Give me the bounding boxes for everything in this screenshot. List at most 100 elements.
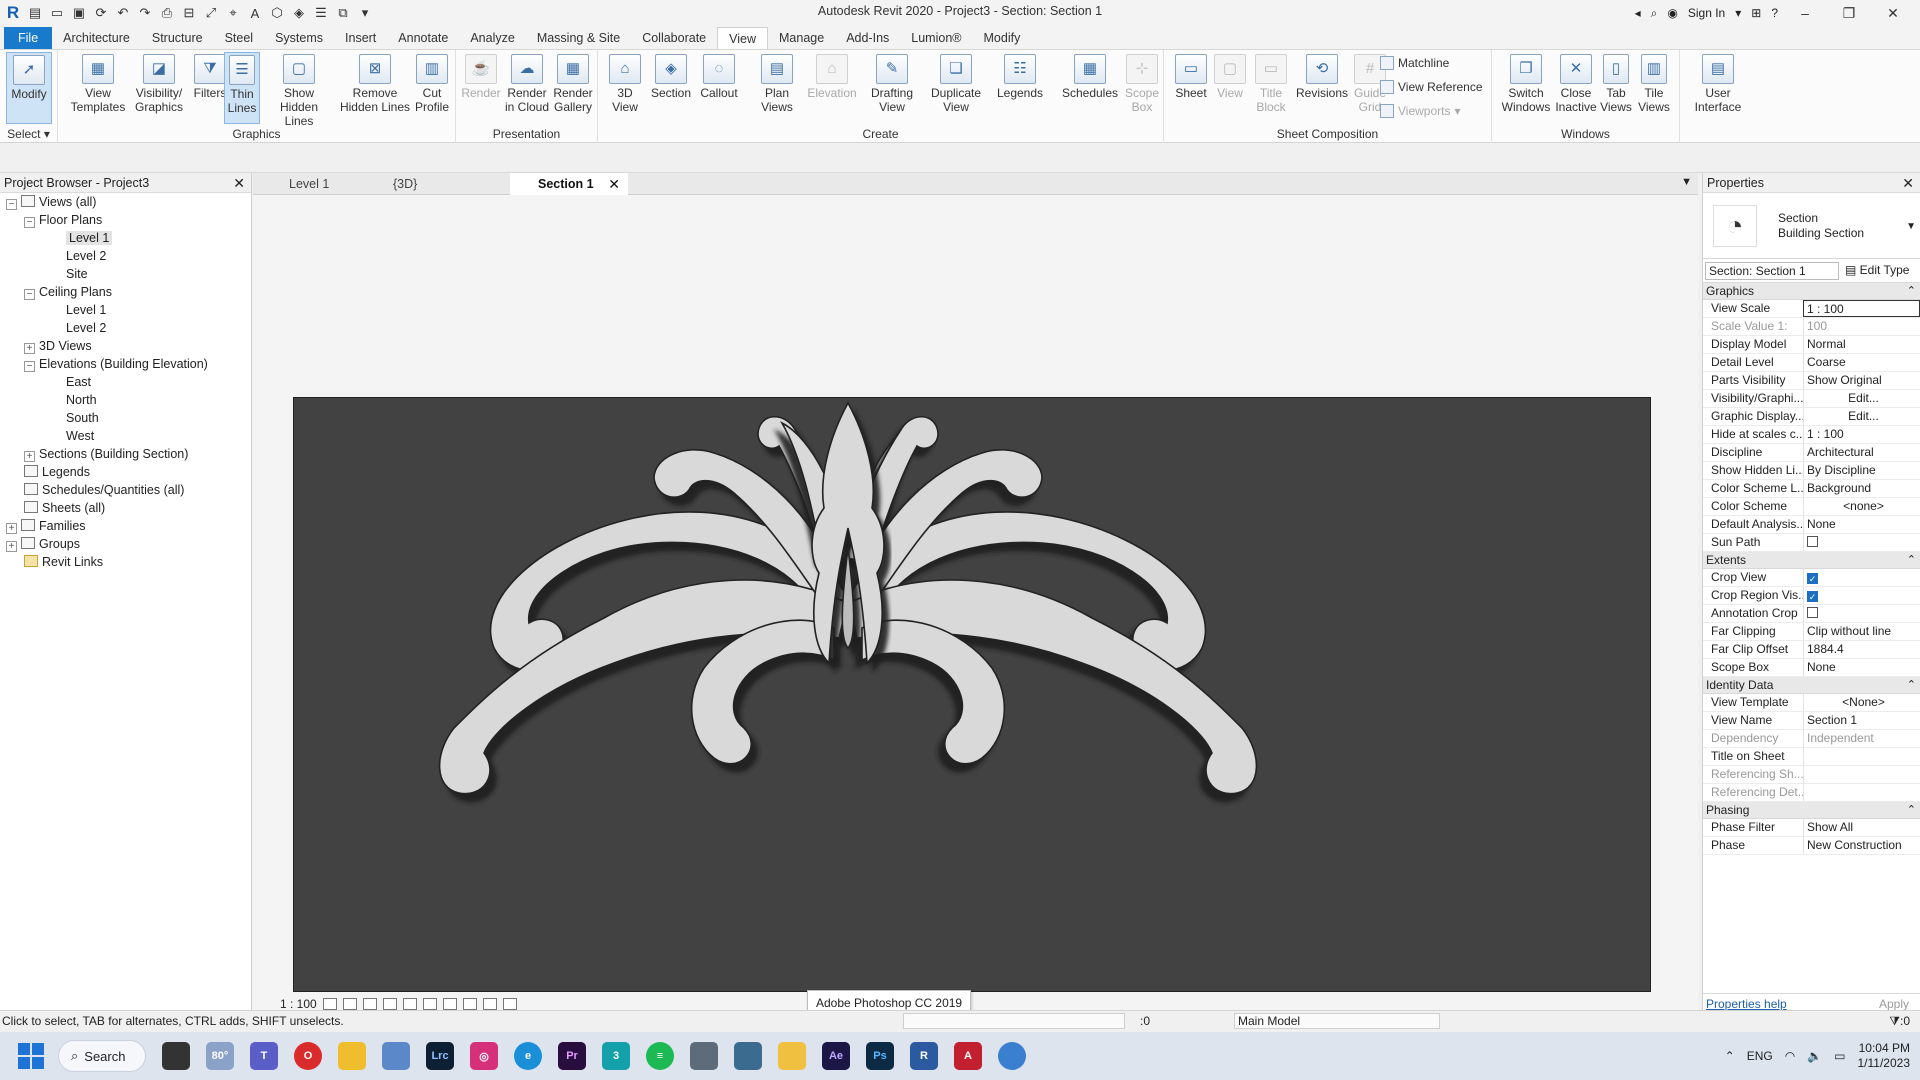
drafting-view-button[interactable]: ✎ Drafting View bbox=[864, 52, 920, 114]
remove-hidden-lines-button[interactable]: ⊠ Remove Hidden Lines bbox=[338, 52, 412, 114]
tree-3d-views[interactable]: +3D Views bbox=[24, 337, 92, 355]
property-row[interactable]: Scope Box None bbox=[1703, 659, 1920, 677]
close-hidden-icon[interactable]: ⧉ bbox=[334, 4, 352, 22]
detail-level-icon[interactable] bbox=[322, 997, 337, 1010]
tag-icon[interactable]: ⌖ bbox=[224, 4, 242, 22]
start-button[interactable] bbox=[18, 1043, 44, 1069]
collapse-icon[interactable]: − bbox=[24, 217, 35, 228]
render-cloud-button[interactable]: ☁ Render in Cloud bbox=[504, 52, 550, 114]
property-row[interactable]: Hide at scales c... 1 : 100 bbox=[1703, 426, 1920, 444]
elevation-button[interactable]: ⌂ Elevation bbox=[804, 52, 860, 100]
visibility-graphics-button[interactable]: ◪ Visibility/ Graphics bbox=[130, 52, 188, 114]
property-row[interactable]: Crop View ✓ bbox=[1703, 569, 1920, 587]
ribbon-tab-lumion-[interactable]: Lumion® bbox=[900, 27, 972, 49]
property-row[interactable]: Display Model Normal bbox=[1703, 336, 1920, 354]
premiere-icon[interactable]: Pr bbox=[558, 1042, 586, 1070]
edit-type-button[interactable]: ▤ Edit Type bbox=[1845, 263, 1909, 277]
expand-icon[interactable]: + bbox=[24, 343, 35, 354]
tab-section-1[interactable]: Section 1 ✕ bbox=[510, 173, 628, 195]
customize-qat-icon[interactable]: ▾ bbox=[356, 4, 374, 22]
tree-legends[interactable]: Legends bbox=[24, 463, 90, 481]
close-icon[interactable]: ✕ bbox=[1902, 173, 1914, 193]
edge-icon[interactable]: e bbox=[514, 1042, 542, 1070]
temporary-hide-icon[interactable] bbox=[462, 997, 477, 1010]
property-row[interactable]: Far Clipping Clip without line bbox=[1703, 623, 1920, 641]
sun-path-icon[interactable] bbox=[362, 997, 377, 1010]
thin-lines-button[interactable]: ☰ Thin Lines bbox=[224, 52, 260, 124]
property-row[interactable]: Detail Level Coarse bbox=[1703, 354, 1920, 372]
opera-icon[interactable]: O bbox=[294, 1042, 322, 1070]
save-icon[interactable]: ▣ bbox=[70, 4, 88, 22]
checkbox[interactable]: ✓ bbox=[1807, 573, 1818, 584]
property-row[interactable]: Phase New Construction bbox=[1703, 837, 1920, 855]
undo-icon[interactable]: ↶ bbox=[114, 4, 132, 22]
property-value-cell[interactable]: None bbox=[1803, 516, 1920, 533]
property-row[interactable]: Parts Visibility Show Original bbox=[1703, 372, 1920, 390]
close-button[interactable]: ✕ bbox=[1876, 5, 1910, 22]
collapse-icon[interactable]: ⌃ bbox=[1907, 802, 1916, 819]
revit-icon[interactable]: R bbox=[910, 1042, 938, 1070]
volume-icon[interactable]: 🔈 bbox=[1807, 1049, 1822, 1063]
schedules-button[interactable]: ▦ Schedules bbox=[1058, 52, 1122, 100]
type-dropdown-icon[interactable]: ▼ bbox=[1906, 221, 1916, 232]
collapse-icon[interactable]: − bbox=[24, 361, 35, 372]
app-icon[interactable] bbox=[690, 1042, 718, 1070]
tree-views-all[interactable]: − Views (all) bbox=[6, 193, 96, 211]
view-reference-button[interactable]: View Reference bbox=[1380, 80, 1483, 94]
checkbox[interactable] bbox=[1807, 536, 1818, 547]
view-templates-button[interactable]: ▦ View Templates bbox=[70, 52, 126, 114]
group-identity[interactable]: Identity Data ⌃ bbox=[1703, 677, 1920, 694]
chevron-up-icon[interactable]: ⌃ bbox=[1725, 1049, 1735, 1063]
property-row[interactable]: View Scale 1 : 100 bbox=[1703, 300, 1920, 318]
media-icon[interactable] bbox=[778, 1042, 806, 1070]
property-value-cell[interactable]: ✓ bbox=[1803, 587, 1920, 604]
dropdown-icon[interactable]: ▾ bbox=[1735, 6, 1741, 20]
ribbon-tab-manage[interactable]: Manage bbox=[768, 27, 835, 49]
property-value-cell[interactable]: ✓ bbox=[1803, 569, 1920, 586]
measure-icon[interactable]: ⊟ bbox=[180, 4, 198, 22]
tree-east[interactable]: East bbox=[66, 373, 91, 391]
globe-icon[interactable] bbox=[998, 1042, 1026, 1070]
tree-groups[interactable]: + Groups bbox=[6, 535, 80, 553]
property-value-cell[interactable]: 1 : 100 bbox=[1803, 426, 1920, 443]
property-value-cell[interactable]: Show Original bbox=[1803, 372, 1920, 389]
tree-cp-level-2[interactable]: Level 2 bbox=[66, 319, 106, 337]
drawing-canvas[interactable] bbox=[253, 195, 1698, 992]
property-value-cell[interactable]: Independent bbox=[1803, 730, 1920, 747]
sheet-button[interactable]: ▭ Sheet bbox=[1168, 52, 1214, 100]
tab-level-1[interactable]: Level 1 bbox=[261, 173, 381, 195]
render-gallery-button[interactable]: ▦ Render Gallery bbox=[550, 52, 596, 114]
checkbox[interactable]: ✓ bbox=[1807, 591, 1818, 602]
ribbon-tab-massing-site[interactable]: Massing & Site bbox=[526, 27, 631, 49]
property-row[interactable]: Title on Sheet bbox=[1703, 748, 1920, 766]
property-row[interactable]: Discipline Architectural bbox=[1703, 444, 1920, 462]
property-value-cell[interactable]: Clip without line bbox=[1803, 623, 1920, 640]
reveal-hidden-icon[interactable] bbox=[482, 997, 497, 1010]
property-value-cell[interactable] bbox=[1803, 784, 1920, 801]
file-explorer-icon[interactable] bbox=[338, 1042, 366, 1070]
property-value-cell[interactable]: Coarse bbox=[1803, 354, 1920, 371]
close-icon[interactable]: ✕ bbox=[233, 173, 245, 193]
text-icon[interactable]: A bbox=[246, 4, 264, 22]
ribbon-tab-structure[interactable]: Structure bbox=[141, 27, 214, 49]
property-value-cell[interactable]: Architectural bbox=[1803, 444, 1920, 461]
app2-icon[interactable] bbox=[734, 1042, 762, 1070]
lock-3d-icon[interactable] bbox=[442, 997, 457, 1010]
view-scale-button[interactable]: 1 : 100 bbox=[280, 997, 317, 1011]
3d-view-button[interactable]: ⌂ 3D View bbox=[602, 52, 648, 114]
modify-button[interactable]: ➚ Modify bbox=[6, 52, 52, 124]
tree-sections[interactable]: + Sections (Building Section) bbox=[24, 445, 188, 463]
cart-icon[interactable]: ⊞ bbox=[1751, 6, 1761, 20]
print-icon[interactable]: ⎙ bbox=[158, 4, 176, 22]
shadows-icon[interactable] bbox=[382, 997, 397, 1010]
visual-style-icon[interactable] bbox=[342, 997, 357, 1010]
ribbon-tab-steel[interactable]: Steel bbox=[214, 27, 265, 49]
tree-north[interactable]: North bbox=[66, 391, 97, 409]
property-row[interactable]: Default Analysis... None bbox=[1703, 516, 1920, 534]
property-value-cell[interactable]: <none> bbox=[1803, 498, 1920, 515]
viewports-button[interactable]: Viewports ▾ bbox=[1380, 104, 1461, 118]
restore-button[interactable]: ❐ bbox=[1832, 5, 1866, 22]
select-dropdown[interactable]: Select ▾ bbox=[0, 127, 57, 141]
analysis-icon[interactable] bbox=[502, 997, 517, 1010]
revisions-button[interactable]: ⟲ Revisions bbox=[1294, 52, 1350, 100]
